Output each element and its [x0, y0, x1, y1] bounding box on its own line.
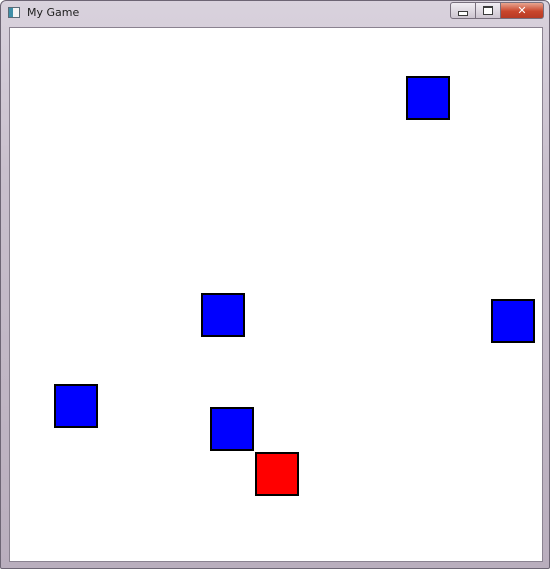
enemy-block [54, 384, 98, 428]
caption-buttons: ✕ [450, 2, 544, 19]
player-block [255, 452, 299, 496]
maximize-button[interactable] [476, 2, 501, 19]
minimize-button[interactable] [450, 2, 476, 19]
window-title: My Game [27, 6, 80, 19]
enemy-block [210, 407, 254, 451]
title-bar[interactable]: My Game ✕ [1, 1, 549, 25]
game-window: My Game ✕ [0, 0, 550, 569]
game-canvas[interactable] [9, 27, 543, 562]
enemy-block [406, 76, 450, 120]
close-button[interactable]: ✕ [501, 2, 544, 19]
enemy-block [491, 299, 535, 343]
close-icon: ✕ [517, 4, 527, 17]
enemy-block [201, 293, 245, 337]
app-window-icon [8, 7, 20, 18]
minimize-icon [458, 10, 468, 16]
maximize-icon [483, 6, 493, 15]
